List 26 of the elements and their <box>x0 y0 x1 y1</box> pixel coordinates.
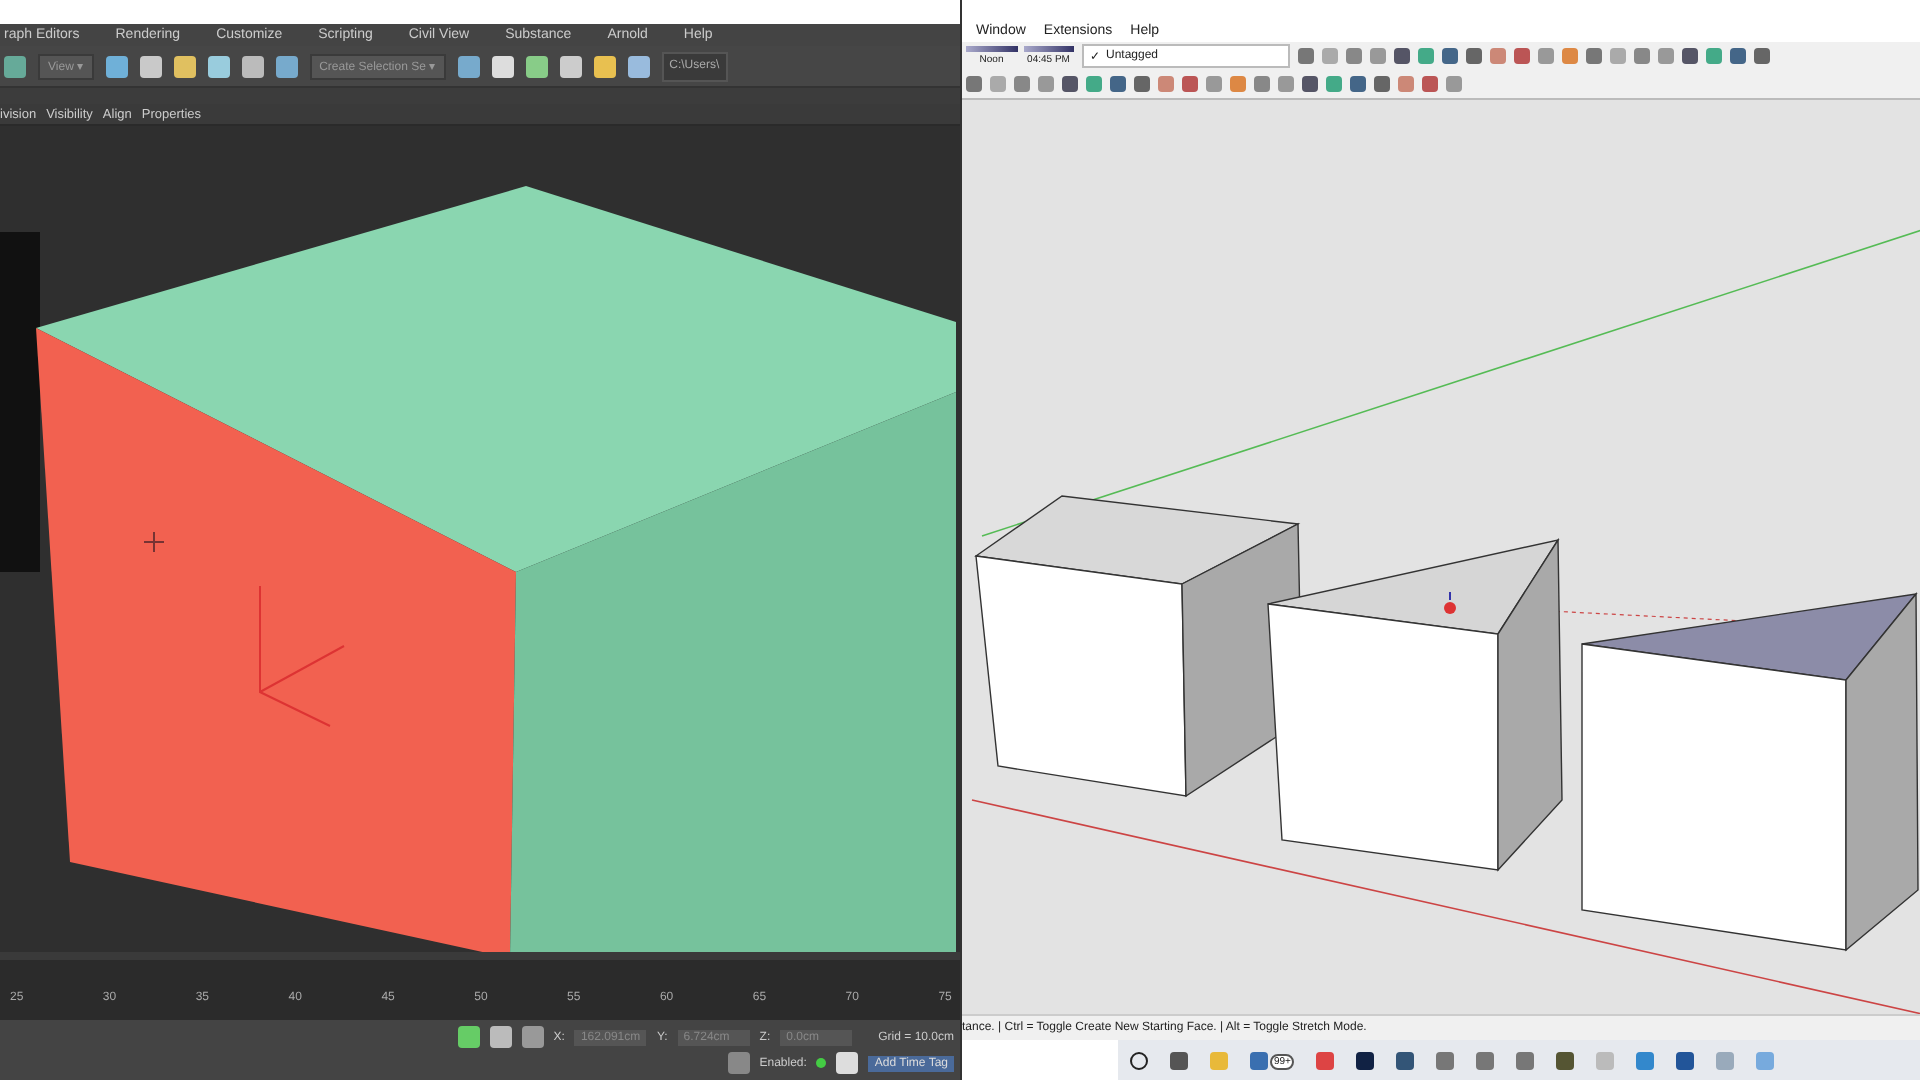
tool-icon[interactable] <box>207 55 230 77</box>
tool-icon[interactable] <box>241 55 264 77</box>
app-icon[interactable] <box>1396 1051 1415 1069</box>
tool-icon[interactable] <box>559 55 582 77</box>
tool-icon[interactable] <box>457 55 480 77</box>
tool-icon[interactable] <box>4 55 26 77</box>
tool-icon[interactable] <box>457 1026 480 1048</box>
tool-icon[interactable] <box>275 55 298 77</box>
app-icon[interactable] <box>1556 1051 1575 1069</box>
tool-icon[interactable] <box>836 1052 859 1074</box>
crosshair-icon <box>143 531 165 553</box>
move-cursor-icon <box>1444 591 1456 614</box>
search-icon[interactable] <box>1130 1051 1148 1069</box>
app-icon[interactable] <box>1676 1051 1695 1069</box>
tool-icon[interactable] <box>173 55 196 77</box>
app-icon[interactable] <box>1356 1051 1375 1069</box>
enabled-indicator[interactable] <box>816 1058 827 1068</box>
tool-icon[interactable] <box>521 1026 544 1048</box>
tool-icon[interactable] <box>627 55 650 77</box>
axis-gizmo-icon <box>259 585 345 727</box>
tool-icon[interactable] <box>525 55 548 77</box>
tool-icon[interactable] <box>593 55 616 77</box>
tool-icon[interactable] <box>489 1026 512 1048</box>
tool-icon[interactable] <box>491 55 514 77</box>
tool-icon[interactable] <box>139 55 162 77</box>
tool-icon[interactable] <box>105 55 128 77</box>
